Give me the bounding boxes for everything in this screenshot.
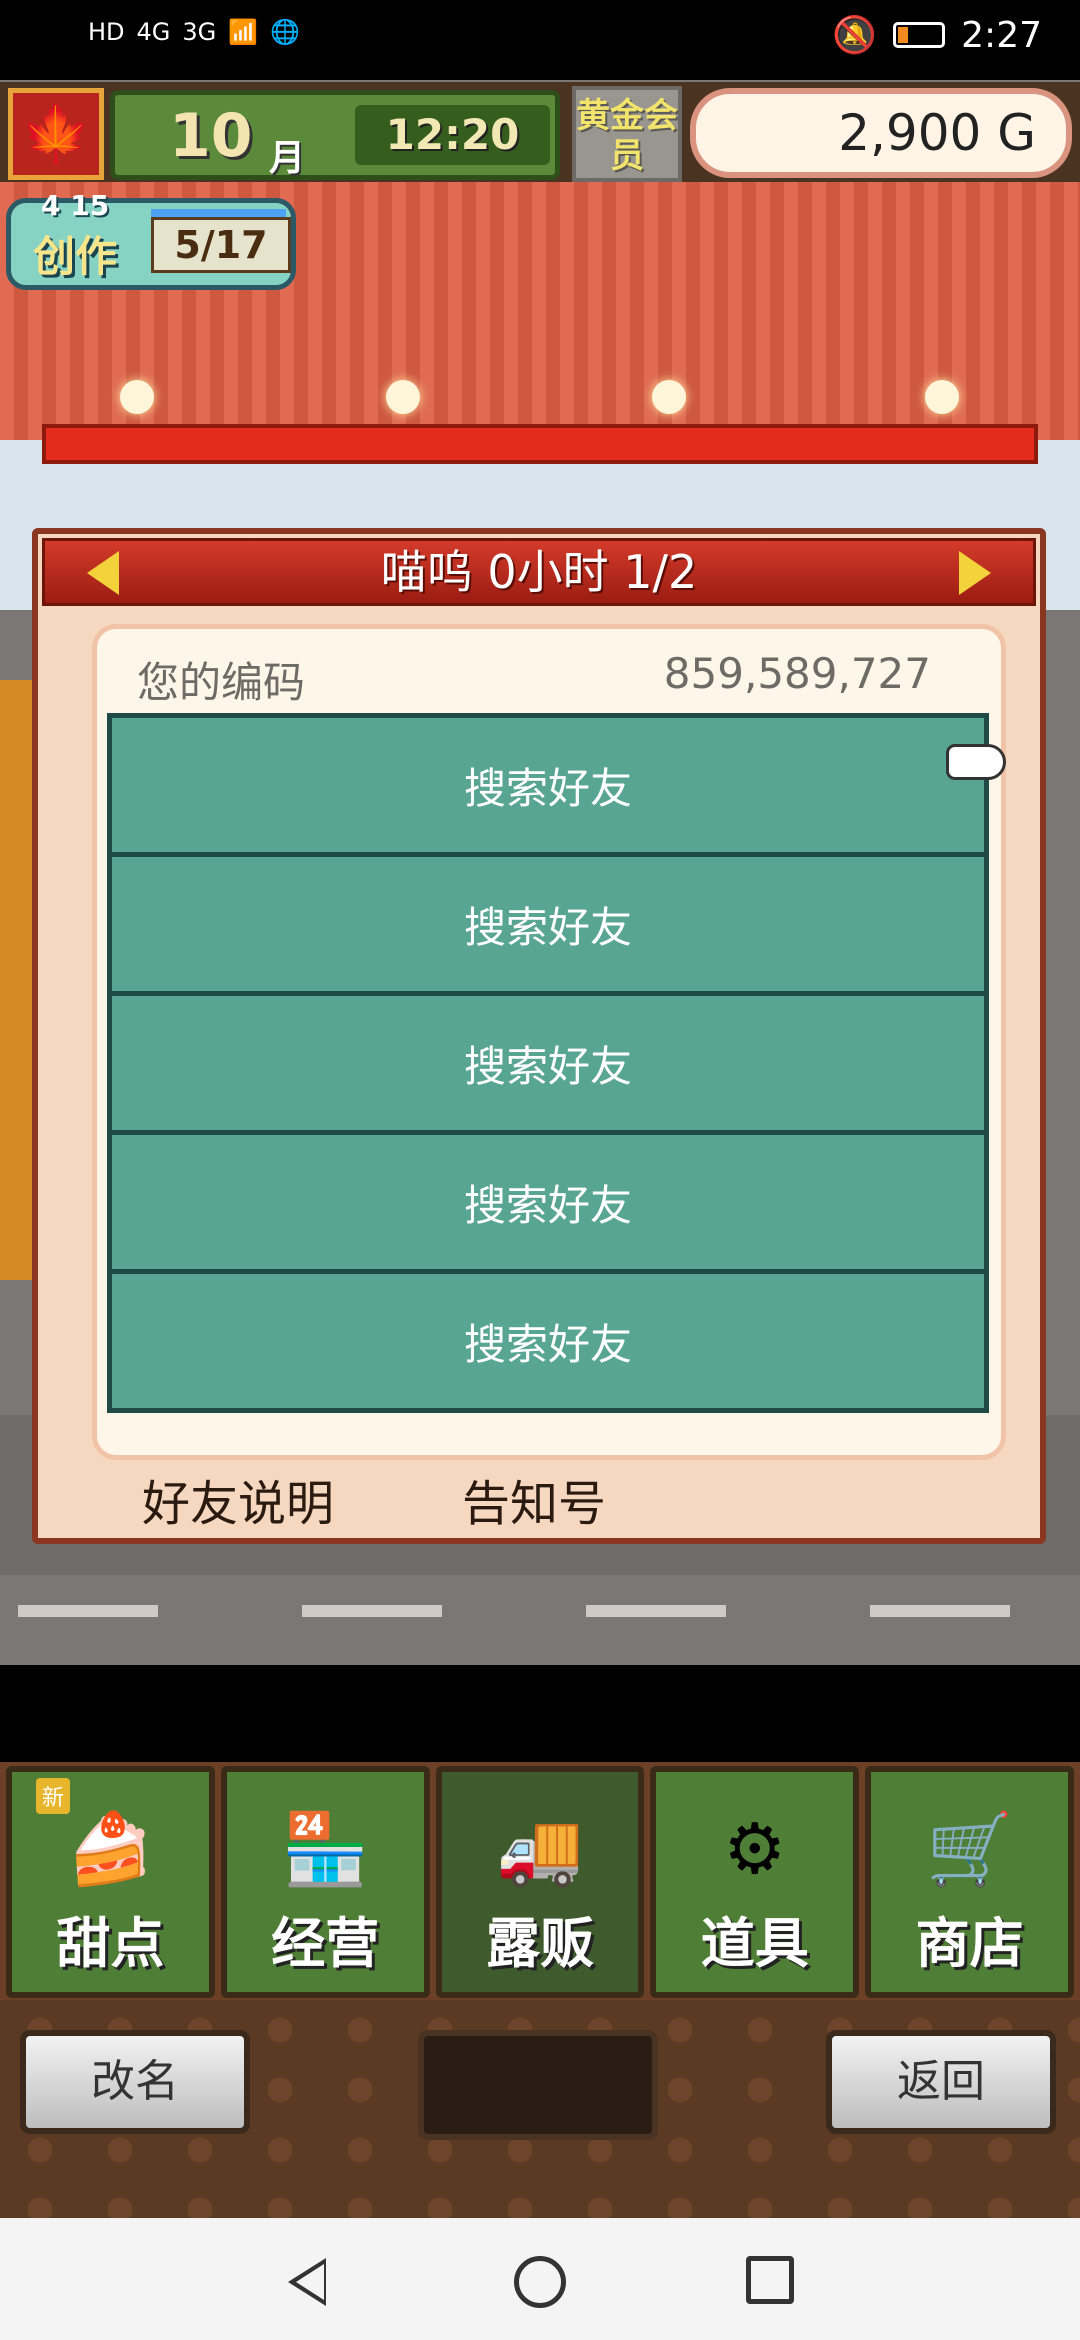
mute-icon: 🔕 bbox=[832, 15, 878, 56]
friends-panel: 您的编码 859,589,727 搜索好友 搜索好友 搜索好友 搜索好友 搜索好… bbox=[92, 624, 1006, 1460]
road-marking bbox=[870, 1605, 1010, 1617]
battery-icon bbox=[893, 22, 946, 48]
month-number: 10 bbox=[169, 101, 253, 171]
dialog-footer: 好友说明 告知号 bbox=[38, 1464, 1040, 1534]
create-count: 5/17 bbox=[151, 217, 291, 273]
status-bar: HD 4G 3G 📶 🌐 🔕 2:27 bbox=[0, 0, 1080, 80]
cart-icon: 🛒 bbox=[925, 1807, 1014, 1890]
nav-home-icon[interactable] bbox=[514, 2256, 566, 2308]
game-time: 12:20 bbox=[355, 105, 550, 165]
gold-member-badge[interactable]: 黄金会员 bbox=[572, 86, 682, 182]
main-menu: 新 🍰 甜点 🏪 经营 🚚 露贩 ⚙ 道具 🛒 商店 bbox=[0, 1762, 1080, 2002]
code-value: 859,589,727 bbox=[663, 649, 931, 698]
bottom-action-bar: 改名 返回 bbox=[0, 2000, 1080, 2218]
search-friend-button[interactable]: 搜索好友 bbox=[107, 1269, 989, 1413]
road-marking bbox=[18, 1605, 158, 1617]
friend-help-button[interactable]: 好友说明 bbox=[142, 1464, 334, 1534]
date-display: 10 月 12:20 bbox=[110, 90, 560, 180]
menu-item-food-truck[interactable]: 🚚 露贩 bbox=[435, 1766, 645, 1998]
app-notification-icon: 🌐 bbox=[270, 18, 301, 46]
money-display: 2,900 G bbox=[690, 88, 1072, 178]
status-icons: HD 4G 3G 📶 🌐 bbox=[88, 18, 300, 46]
menu-item-tools[interactable]: ⚙ 道具 bbox=[650, 1766, 860, 1998]
search-friend-button[interactable]: 搜索好友 bbox=[107, 852, 989, 996]
menu-label: 甜点 bbox=[56, 1912, 165, 1975]
system-nav-bar bbox=[0, 2218, 1080, 2340]
wifi-icon: 📶 bbox=[228, 18, 259, 46]
status-right: 🔕 2:27 bbox=[832, 14, 1042, 57]
next-arrow-icon[interactable] bbox=[959, 551, 991, 595]
signal-4g-icon: 4G bbox=[136, 18, 171, 46]
search-friend-button[interactable]: 搜索好友 bbox=[107, 991, 989, 1135]
dialog-title: 喵呜 0小时 1/2 bbox=[380, 545, 698, 599]
notify-number-button[interactable]: 告知号 bbox=[462, 1464, 606, 1534]
nav-back-icon[interactable] bbox=[288, 2258, 326, 2306]
code-label: 您的编码 bbox=[137, 658, 306, 707]
light-icon bbox=[925, 380, 959, 414]
create-progress-bar bbox=[151, 209, 286, 217]
back-button[interactable]: 返回 bbox=[826, 2030, 1056, 2134]
light-icon bbox=[652, 380, 686, 414]
menu-label: 经营 bbox=[271, 1912, 380, 1975]
hd-icon: HD bbox=[88, 18, 125, 46]
search-friend-button[interactable]: 搜索好友 bbox=[107, 1130, 989, 1274]
friend-list: 搜索好友 搜索好友 搜索好友 搜索好友 搜索好友 bbox=[107, 713, 989, 1413]
friends-dialog: 喵呜 0小时 1/2 您的编码 859,589,727 搜索好友 搜索好友 搜索… bbox=[32, 528, 1046, 1544]
dialog-title-bar: 喵呜 0小时 1/2 bbox=[42, 538, 1036, 606]
menu-label: 道具 bbox=[700, 1912, 809, 1975]
shop-icon: 🏪 bbox=[281, 1807, 369, 1890]
search-friend-button[interactable]: 搜索好友 bbox=[107, 713, 989, 857]
menu-label: 露贩 bbox=[485, 1912, 594, 1975]
cake-icon: 🍰 bbox=[66, 1807, 154, 1890]
road-marking bbox=[302, 1605, 442, 1617]
create-progress-badge[interactable]: 4 15 创作 5/17 bbox=[6, 189, 296, 290]
create-label: 创作 bbox=[33, 232, 118, 281]
rename-button[interactable]: 改名 bbox=[20, 2030, 250, 2134]
pointer-hand-icon bbox=[946, 744, 1006, 780]
food-truck-icon: 🚚 bbox=[496, 1807, 584, 1890]
nav-recents-icon[interactable] bbox=[746, 2256, 794, 2304]
clock: 2:27 bbox=[961, 14, 1042, 56]
maple-leaf-icon[interactable]: 🍁 bbox=[8, 88, 104, 180]
month-unit: 月 bbox=[269, 138, 306, 179]
signal-3g-icon: 3G bbox=[182, 18, 217, 46]
create-date: 4 15 bbox=[41, 189, 110, 222]
light-icon bbox=[386, 380, 420, 414]
menu-item-desserts[interactable]: 新 🍰 甜点 bbox=[6, 1766, 215, 1998]
menu-label: 商店 bbox=[915, 1912, 1024, 1975]
menu-item-store[interactable]: 🛒 商店 bbox=[865, 1766, 1074, 1998]
menu-item-management[interactable]: 🏪 经营 bbox=[220, 1766, 430, 1998]
shop-awning bbox=[42, 424, 1038, 464]
light-icon bbox=[120, 380, 154, 414]
tools-icon: ⚙ bbox=[723, 1808, 787, 1890]
road-marking bbox=[586, 1605, 726, 1617]
center-slot bbox=[418, 2030, 658, 2140]
